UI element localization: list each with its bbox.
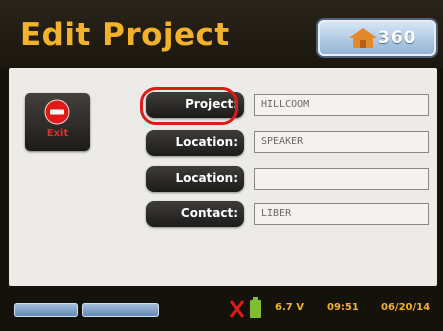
location-button-1[interactable]: Location:: [146, 130, 244, 156]
house-icon: [349, 28, 377, 48]
soft-key-1[interactable]: [14, 303, 78, 317]
location-field-1-value: SPEAKER: [261, 136, 304, 147]
location-button-1-label: Location:: [175, 135, 238, 149]
soft-key-2[interactable]: [82, 303, 159, 317]
project-field[interactable]: HILLCOOM: [254, 94, 429, 116]
project-field-value: HILLCOOM: [261, 99, 310, 110]
contact-button-label: Contact:: [180, 206, 238, 220]
date-readout: 06/20/14: [381, 302, 431, 313]
time-readout: 09:51: [327, 302, 359, 313]
location-button-2[interactable]: Location:: [146, 166, 244, 192]
no-entry-icon: [44, 99, 70, 125]
brand-text: 360: [378, 28, 417, 48]
device-screen: Edit Project 360 Exit Project: HILLCOOM …: [0, 0, 443, 331]
contact-field-value: LIBER: [261, 208, 292, 219]
location-field-1[interactable]: SPEAKER: [254, 131, 429, 153]
contact-field[interactable]: LIBER: [254, 203, 429, 225]
header-bar: Edit Project 360: [0, 0, 443, 68]
location-button-2-label: Location:: [175, 171, 238, 185]
location-field-2[interactable]: [254, 168, 429, 190]
exit-button[interactable]: Exit: [25, 93, 90, 151]
status-bar: 6.7 V 09:51 06/20/14: [0, 286, 443, 331]
selection-highlight: [140, 87, 238, 125]
voltage-readout: 6.7 V: [275, 302, 304, 313]
brand-logo: 360: [318, 20, 436, 56]
usb-disconnected-icon: [229, 300, 245, 318]
page-title: Edit Project: [20, 17, 230, 53]
exit-label: Exit: [46, 128, 69, 139]
contact-button[interactable]: Contact:: [146, 201, 244, 227]
battery-icon: [250, 297, 261, 318]
